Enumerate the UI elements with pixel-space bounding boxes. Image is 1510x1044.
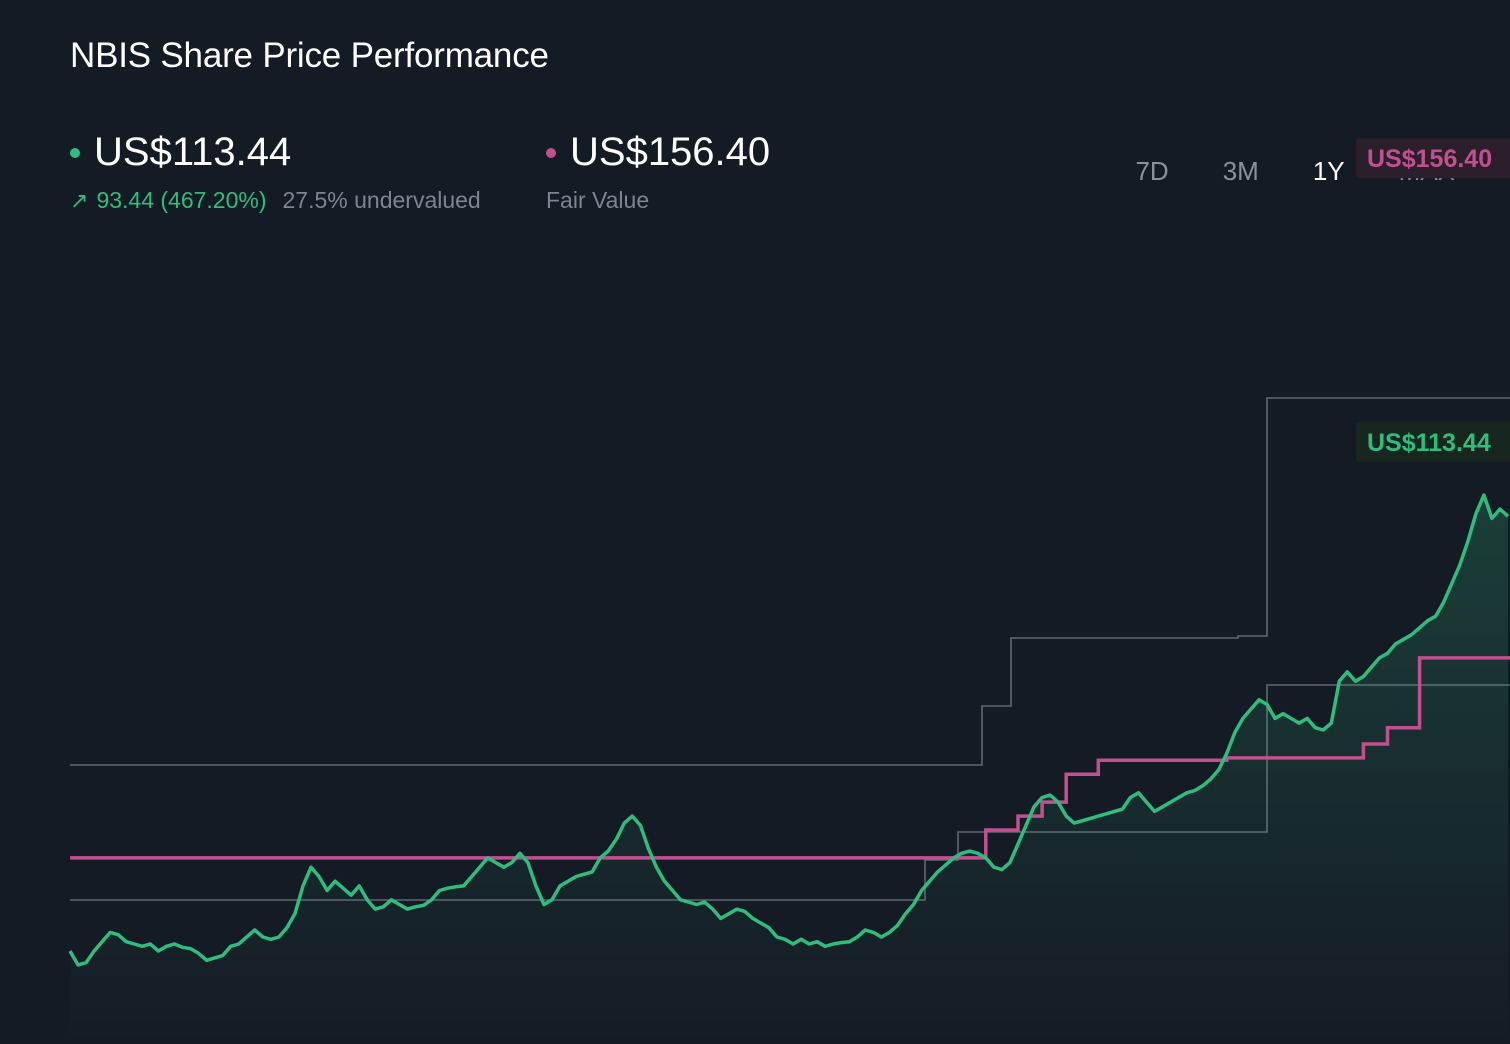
price-chart: US$156.40 US$113.44 [68, 138, 1510, 1044]
fair-value-tag: US$156.40 [1356, 138, 1510, 179]
value-labels: US$156.40 US$113.44 [1356, 138, 1510, 462]
guide-line-2 [70, 397, 1510, 766]
share-price-tag-label: US$113.44 [1367, 429, 1491, 457]
fair-value-tag-label: US$156.40 [1367, 145, 1492, 173]
share-price-area [70, 495, 1508, 1044]
plot-area [68, 397, 1510, 1044]
share-price-tag: US$113.44 [1356, 421, 1510, 462]
